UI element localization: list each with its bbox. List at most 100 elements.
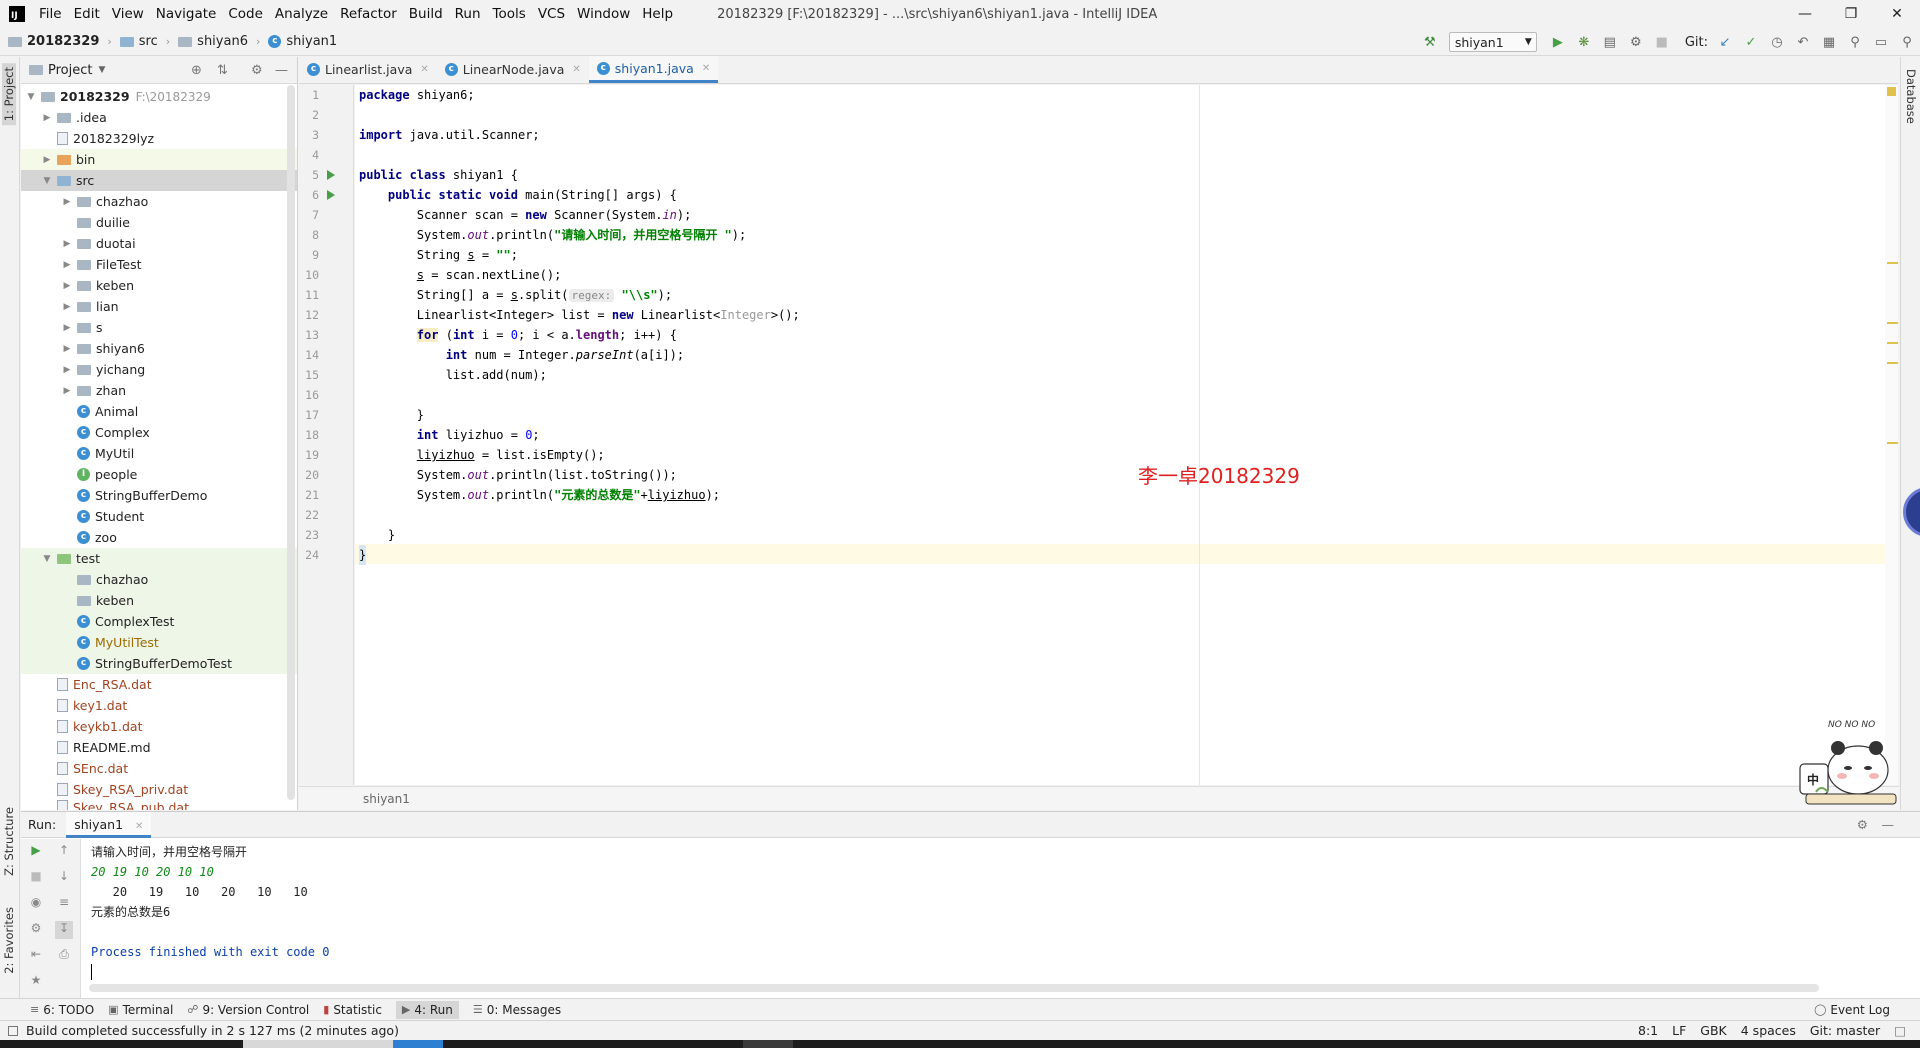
menu-analyze[interactable]: Analyze <box>275 6 328 22</box>
close-tab-icon[interactable]: ✕ <box>420 64 428 75</box>
tree-item[interactable]: Enc_RSA.dat <box>21 674 297 695</box>
breadcrumb-src[interactable]: src › <box>119 34 170 49</box>
warning-mark[interactable] <box>1887 362 1898 364</box>
tree-item[interactable]: c MyUtilTest <box>21 632 297 653</box>
breadcrumb-class[interactable]: c shiyan1 <box>268 34 337 49</box>
tool-tab-project[interactable]: 1: Project <box>2 63 16 126</box>
close-tab-icon[interactable]: ✕ <box>572 64 580 75</box>
tool-tab-terminal[interactable]: ▣ Terminal <box>108 1003 173 1017</box>
tree-item[interactable]: c zoo <box>21 527 297 548</box>
warning-mark[interactable] <box>1887 342 1898 344</box>
tool-tab-structure[interactable]: Z: Structure <box>2 807 16 876</box>
run-icon[interactable]: ▶ <box>1547 31 1569 53</box>
menu-help[interactable]: Help <box>642 6 673 22</box>
tree-item[interactable]: keykb1.dat <box>21 716 297 737</box>
chevron-down-icon[interactable]: ▼ <box>41 554 53 564</box>
tree-item[interactable]: ▶ yichang <box>21 359 297 380</box>
tool-tab-database[interactable]: Database <box>1904 69 1918 124</box>
status-message[interactable]: Build completed successfully in 2 s 127 … <box>26 1023 399 1038</box>
tab-shiyan1[interactable]: c shiyan1.java ✕ <box>588 56 719 83</box>
run-configuration-select[interactable]: shiyan1 ▼ <box>1448 32 1537 52</box>
menu-build[interactable]: Build <box>409 6 443 22</box>
soft-wrap-icon[interactable]: ≡ <box>55 895 73 913</box>
chevron-right-icon[interactable]: ▶ <box>61 386 73 396</box>
tree-item[interactable]: ▶ chazhao <box>21 191 297 212</box>
tree-item[interactable]: SEnc.dat <box>21 758 297 779</box>
warning-mark[interactable] <box>1887 322 1898 324</box>
tree-item[interactable]: ▶ zhan <box>21 380 297 401</box>
taskbar-app-active[interactable] <box>393 1040 443 1048</box>
presentation-icon[interactable]: ▭ <box>1870 31 1892 53</box>
stop-icon[interactable]: ■ <box>27 869 45 887</box>
run-tab-shiyan1[interactable]: shiyan1 ✕ <box>66 811 152 838</box>
search-everywhere-icon[interactable]: ⚲ <box>1844 31 1866 53</box>
locate-icon[interactable]: ⊕ <box>191 63 202 78</box>
up-arrow-icon[interactable]: ↑ <box>55 843 73 861</box>
tree-root[interactable]: ▼ 20182329 F:\20182329 <box>21 86 297 107</box>
camera-icon[interactable]: ◉ <box>27 895 45 913</box>
tree-item[interactable]: c ComplexTest <box>21 611 297 632</box>
chevron-right-icon[interactable]: ▶ <box>41 113 53 123</box>
inspection-status-icon[interactable] <box>1887 87 1896 96</box>
down-arrow-icon[interactable]: ↓ <box>55 869 73 887</box>
run-gutter-icon[interactable] <box>327 170 335 180</box>
warning-mark[interactable] <box>1887 442 1898 444</box>
tree-item[interactable]: keben <box>21 590 297 611</box>
build-hammer-icon[interactable]: ⚒ <box>1419 31 1441 53</box>
chevron-down-icon[interactable]: ▼ <box>41 176 53 186</box>
tree-item[interactable]: Skey_RSA_pub.dat <box>21 800 297 810</box>
tree-item[interactable]: 20182329lyz <box>21 128 297 149</box>
console-hscrollbar[interactable] <box>89 984 1819 992</box>
hide-panel-icon[interactable]: — <box>275 63 288 78</box>
restore-icon[interactable]: ❐ <box>1828 0 1874 28</box>
tool-tab-favorites[interactable]: 2: Favorites <box>2 907 16 974</box>
chevron-right-icon[interactable]: ▶ <box>61 260 73 270</box>
minimize-icon[interactable]: — <box>1782 0 1828 28</box>
tool-tab-statistic[interactable]: ▮ Statistic <box>323 1003 382 1017</box>
settings-gear-icon[interactable]: ⚙ <box>251 63 263 78</box>
chevron-right-icon[interactable]: ▶ <box>41 155 53 165</box>
taskbar-app[interactable] <box>743 1040 793 1048</box>
menu-window[interactable]: Window <box>577 6 630 22</box>
run-gutter-icon[interactable] <box>327 190 335 200</box>
console-output[interactable]: 请输入时间，并用空格号隔开 20 19 10 20 10 10 20 19 10… <box>91 842 329 982</box>
lock-icon[interactable]: □ <box>1894 1023 1906 1038</box>
project-structure-icon[interactable]: ▦ <box>1818 31 1840 53</box>
tree-item[interactable]: c StringBufferDemo <box>21 485 297 506</box>
chevron-right-icon[interactable]: ▶ <box>61 281 73 291</box>
chevron-right-icon[interactable]: ▶ <box>61 197 73 207</box>
tool-tab-run[interactable]: ▶ 4: Run <box>395 1000 459 1019</box>
tree-item-selected[interactable]: ▼ src <box>21 170 297 191</box>
tree-item[interactable]: ▶ .idea <box>21 107 297 128</box>
git-branch[interactable]: Git: master <box>1810 1023 1880 1038</box>
chevron-down-icon[interactable]: ▼ <box>25 92 37 102</box>
caret-position[interactable]: 8:1 <box>1638 1023 1658 1038</box>
tree-item[interactable]: Skey_RSA_priv.dat <box>21 779 297 800</box>
tab-linearnode[interactable]: c LinearNode.java ✕ <box>437 56 589 83</box>
tree-item[interactable]: ▶ s <box>21 317 297 338</box>
breadcrumb-project[interactable]: 20182329 › <box>8 34 112 49</box>
hide-panel-icon[interactable]: — <box>1882 817 1895 832</box>
breadcrumb-package[interactable]: shiyan6 › <box>178 34 260 49</box>
menu-tools[interactable]: Tools <box>493 6 526 22</box>
menu-run[interactable]: Run <box>455 6 481 22</box>
menu-edit[interactable]: Edit <box>74 6 100 22</box>
menu-navigate[interactable]: Navigate <box>156 6 217 22</box>
project-view-select[interactable]: Project <box>48 63 92 78</box>
rollback-icon[interactable]: ↶ <box>1792 31 1814 53</box>
tree-scrollbar[interactable] <box>287 85 295 800</box>
tree-item[interactable]: duilie <box>21 212 297 233</box>
chevron-right-icon[interactable]: ▶ <box>61 365 73 375</box>
git-update-icon[interactable]: ↙ <box>1714 31 1736 53</box>
error-stripe[interactable] <box>1885 85 1898 785</box>
close-icon[interactable]: ✕ <box>1874 0 1920 28</box>
tool-tab-messages[interactable]: ☰ 0: Messages <box>473 1003 561 1017</box>
tree-item[interactable]: Ipeople <box>21 464 297 485</box>
tree-item[interactable]: ▶ duotai <box>21 233 297 254</box>
stop-icon[interactable]: ■ <box>1651 31 1673 53</box>
tab-linearlist[interactable]: c Linearlist.java ✕ <box>299 56 437 83</box>
settings-icon[interactable]: ⚙ <box>27 921 45 939</box>
menu-code[interactable]: Code <box>228 6 263 22</box>
tree-item[interactable]: c MyUtil <box>21 443 297 464</box>
taskbar-app[interactable] <box>243 1040 393 1048</box>
